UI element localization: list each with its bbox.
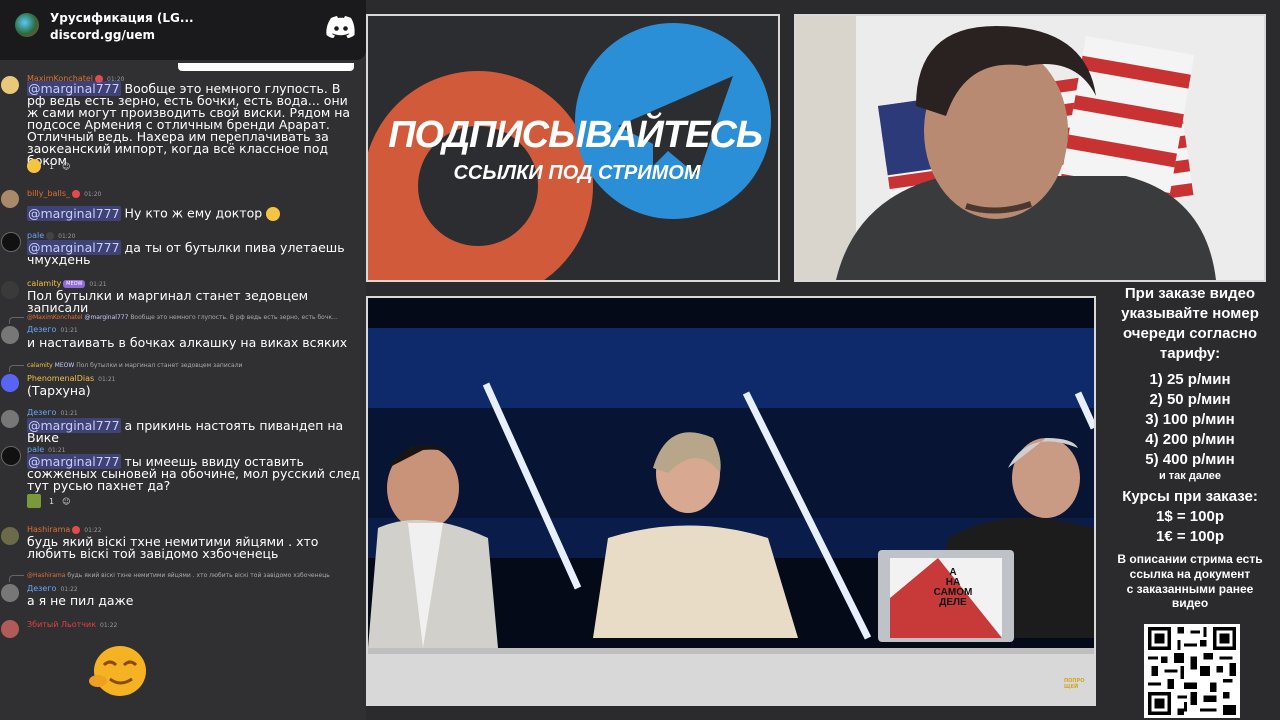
username[interactable]: pale: [27, 231, 44, 240]
timestamp: 01:21: [48, 447, 66, 454]
server-name: Урусификация (LG...: [50, 11, 194, 25]
username[interactable]: Дезего: [27, 325, 56, 334]
smirk-emoji-icon: [89, 646, 146, 696]
mention[interactable]: @marginal777: [27, 205, 121, 221]
avatar: [1, 620, 19, 638]
order-info: При заказе видео указывайте номер очеред…: [1100, 284, 1280, 610]
avatar: [1, 374, 19, 392]
info-line: указывайте номер: [1121, 305, 1259, 322]
avatar: [1, 232, 21, 252]
video-frame: [368, 298, 1094, 704]
discord-logo-icon: [326, 16, 355, 38]
username[interactable]: Дезего: [27, 584, 56, 593]
discord-widget[interactable]: Урусификация (LG... discord.gg/uem: [0, 0, 366, 60]
username[interactable]: Hashirama: [27, 525, 70, 534]
reaction[interactable]: 1 ☺: [27, 494, 70, 508]
server-icon: [15, 13, 39, 37]
timestamp: 01:20: [58, 233, 76, 240]
timestamp: 01:21: [60, 327, 78, 334]
badge-icon: [46, 231, 55, 240]
add-reaction-icon[interactable]: ☺: [62, 497, 70, 506]
message-text: Ну кто ж ему доктор: [120, 205, 263, 221]
add-reaction-icon[interactable]: ☺: [62, 162, 70, 171]
promo-title: ПОДПИСЫВАЙТЕСЬ: [388, 114, 763, 156]
reply-preview[interactable]: calamity MEOW Пол бутылки и маргинал ста…: [27, 362, 365, 369]
laugh-emoji-icon: [27, 159, 41, 173]
message-text: Вообще это немного глупость. В рф ведь е…: [27, 81, 351, 168]
tariff-line: 4) 200 р/мин: [1145, 431, 1235, 448]
timestamp: 01:21: [98, 376, 116, 383]
meow-badge: MEOW: [63, 279, 86, 288]
avatar: [1, 584, 19, 602]
username[interactable]: Дезего: [27, 408, 56, 417]
username[interactable]: pale: [27, 445, 44, 454]
timestamp: 01:21: [89, 281, 107, 288]
qr-code-icon[interactable]: [1144, 624, 1240, 718]
username[interactable]: calamity: [27, 279, 61, 288]
message-text: Пол бутылки и маргинал станет зедовцем з…: [27, 288, 309, 315]
promo-subtitle: ССЫЛКИ ПОД СТРИМОМ: [453, 162, 701, 184]
reply-preview[interactable]: @Hashirama будь який віскі тхне немитими…: [27, 572, 365, 579]
webcam-feed: [794, 14, 1266, 282]
info-line: При заказе видео: [1124, 285, 1256, 302]
username[interactable]: billy_balls_: [27, 189, 70, 198]
rate-line: 1$ = 100р: [1156, 508, 1224, 525]
avatar: [1, 190, 19, 208]
tariff-line: 2) 50 р/мин: [1149, 391, 1231, 408]
promo-banner: ПОДПИСЫВАЙТЕСЬ ССЫЛКИ ПОД СТРИМОМ: [366, 14, 780, 282]
laptop-sticker-text: А НА САМОМ ДЕЛЕ: [933, 567, 973, 608]
avatar: [1, 410, 19, 428]
message-text: и настаивать в бочках алкашку на виках в…: [27, 335, 348, 350]
footer-line: В описании стрима есть: [1117, 552, 1263, 566]
tariff-more: и так далее: [1158, 470, 1222, 482]
rates-title: Курсы при заказе:: [1122, 488, 1258, 505]
message-text: (Тархуна): [27, 383, 91, 398]
avatar: [1, 527, 19, 545]
video-player[interactable]: А НА САМОМ ДЕЛЕ ПОПРОЩЕЙ: [366, 296, 1096, 706]
timestamp: 01:22: [60, 586, 78, 593]
timestamp: 01:20: [84, 191, 102, 198]
footer-line: видео: [1171, 596, 1209, 610]
timestamp: 01:22: [84, 527, 102, 534]
reaction-emoji-icon: [27, 494, 41, 508]
reaction-count: 1: [49, 496, 55, 506]
message-text: будь який віскі тхне немитими яйцями . х…: [27, 534, 319, 561]
avatar: [1, 326, 19, 344]
avatar: [1, 446, 21, 466]
reply-preview[interactable]: @MaximKonchatel @marginal777 Вообще это …: [27, 314, 365, 321]
chat-panel: Урусификация (LG... discord.gg/uem Maxim…: [0, 0, 366, 720]
timestamp: 01:21: [60, 410, 78, 417]
tariff-line: 3) 100 р/мин: [1145, 411, 1235, 428]
info-line: очереди согласно: [1122, 325, 1258, 342]
input-strip: [178, 63, 354, 71]
reaction-count: 1: [49, 161, 55, 171]
reaction[interactable]: 1 ☺: [27, 159, 70, 173]
tariff-line: 5) 400 р/мин: [1145, 451, 1235, 468]
rate-line: 1€ = 100р: [1156, 528, 1224, 545]
laugh-emoji-icon: [266, 207, 281, 221]
avatar: [1, 281, 19, 299]
avatar: [1, 76, 19, 94]
channel-logo: ПОПРОЩЕЙ: [1064, 678, 1085, 690]
message-text: а я не пил даже: [27, 593, 134, 608]
footer-line: с заказанными ранее: [1126, 582, 1254, 596]
server-link[interactable]: discord.gg/uem: [50, 28, 155, 42]
badge-icon: [72, 525, 81, 534]
timestamp: 01:22: [100, 622, 118, 629]
footer-line: ссылка на документ: [1129, 567, 1251, 581]
webcam-image: [796, 16, 1264, 280]
username[interactable]: Збитый Льотчик: [27, 620, 96, 629]
username[interactable]: PhenomenalDias: [27, 374, 94, 383]
info-line: тарифу:: [1159, 345, 1221, 362]
tariff-line: 1) 25 р/мин: [1149, 371, 1231, 388]
badge-icon: [72, 189, 81, 198]
